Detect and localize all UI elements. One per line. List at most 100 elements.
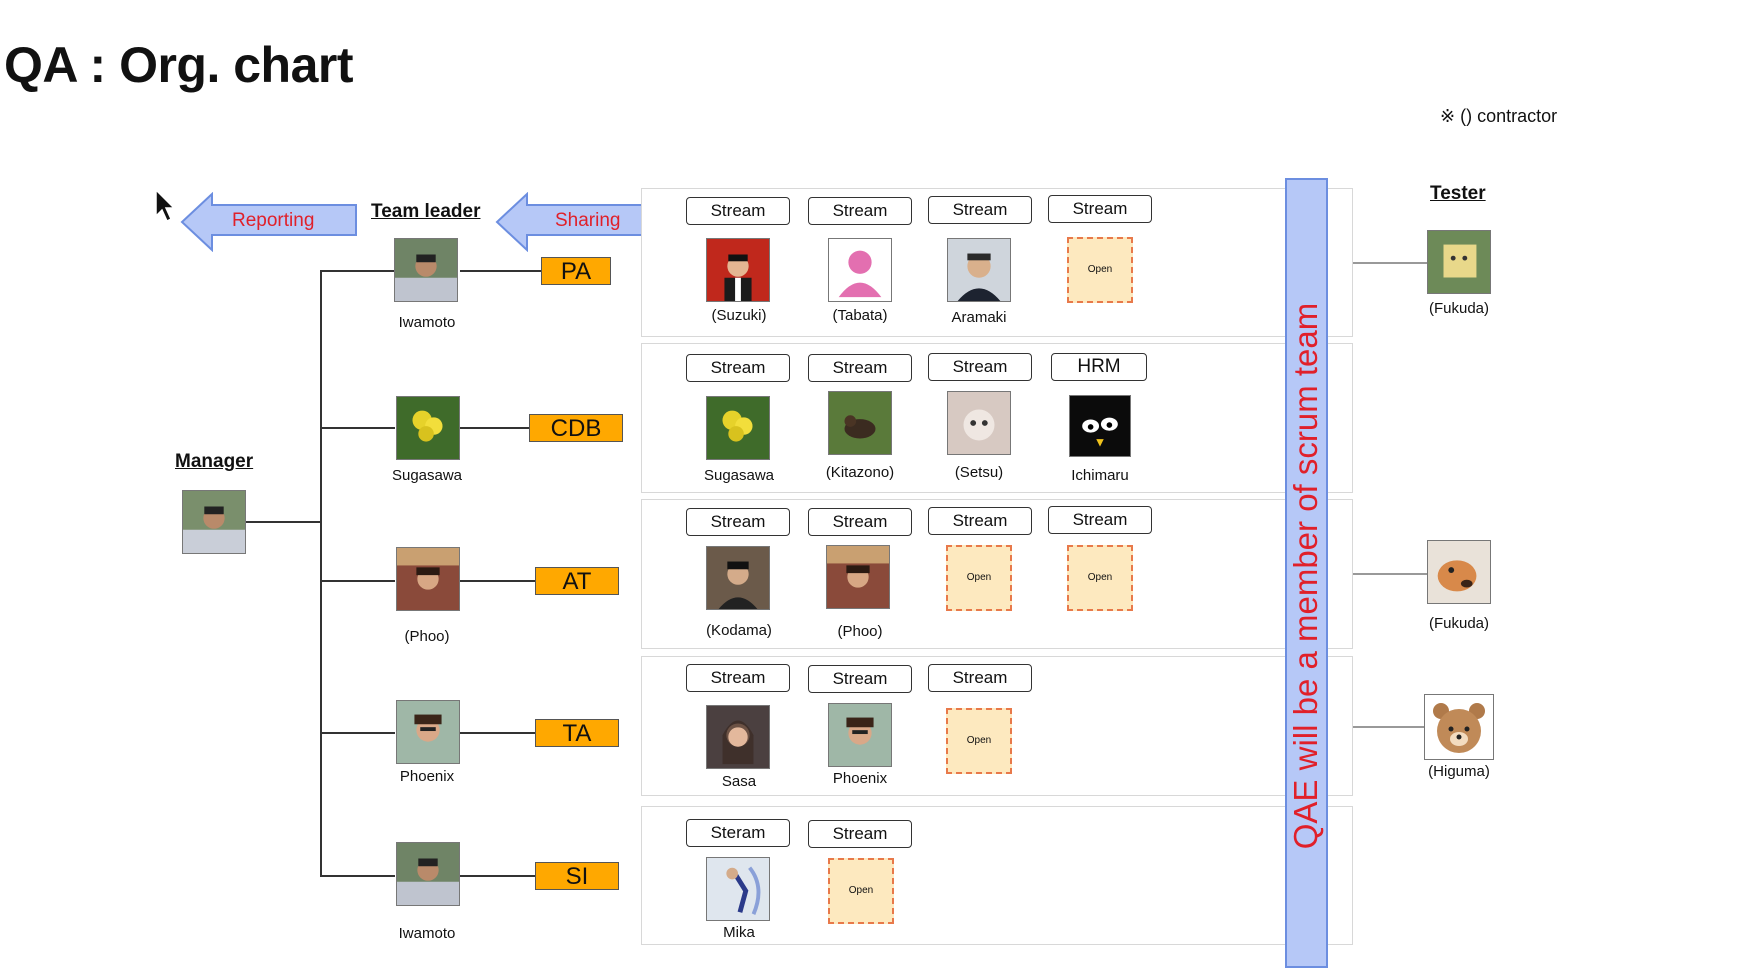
team-box-ta: TA [535, 719, 619, 747]
leader-name: Phoenix [399, 768, 455, 785]
mouse-cursor-icon [155, 188, 176, 223]
member-name: Mika [723, 924, 755, 941]
member-name: (Kodama) [706, 622, 772, 639]
branch-line [320, 270, 395, 272]
role-box: Stream [928, 507, 1032, 535]
leader-photo [396, 842, 460, 906]
person-photo-icon [707, 706, 769, 768]
contractor-note: ※ () contractor [1440, 106, 1558, 126]
person-photo-icon [707, 858, 769, 920]
team-box-cdb: CDB [529, 414, 623, 442]
penguin-character-icon [1070, 396, 1130, 456]
role-box: Stream [808, 665, 912, 693]
member-photo [706, 705, 770, 769]
person-photo-icon [827, 546, 889, 608]
member-photo [828, 703, 892, 767]
leader-team-line [460, 270, 542, 272]
role-box: Stream [686, 508, 790, 536]
member-photo [706, 238, 770, 302]
member-name: Ichimaru [1071, 467, 1129, 484]
manager-connector [246, 521, 321, 523]
member-photo [826, 545, 890, 609]
member-name: Phoenix [832, 770, 888, 787]
tester-name: (Fukuda) [1428, 300, 1490, 317]
reporting-label: Reporting [232, 210, 315, 231]
role-box: Stream [928, 664, 1032, 692]
leader-team-line [460, 580, 536, 582]
role-box: Stream [1048, 506, 1152, 534]
member-photo [828, 238, 892, 302]
role-box: Stream [808, 354, 912, 382]
tester-name: (Fukuda) [1428, 615, 1490, 632]
leader-photo [396, 547, 460, 611]
leader-photo [394, 238, 458, 302]
tester-photo [1427, 540, 1491, 604]
leader-photo [396, 700, 460, 764]
manager-photo [182, 490, 246, 554]
branch-line [320, 580, 395, 582]
member-photo [706, 546, 770, 610]
member-photo [828, 391, 892, 455]
bear-character-icon [1427, 695, 1491, 759]
cat-photo-icon [948, 392, 1010, 454]
leader-name: Iwamoto [398, 925, 456, 942]
person-photo-icon [395, 239, 457, 301]
dog-photo-icon [1428, 541, 1490, 603]
member-name: (Phoo) [837, 623, 883, 640]
person-photo-icon [948, 239, 1010, 301]
member-photo [706, 396, 770, 460]
person-photo-icon [829, 704, 891, 766]
team-leader-header: Team leader [371, 201, 481, 222]
leader-name: Iwamoto [398, 314, 456, 331]
member-name: Aramaki [951, 309, 1007, 326]
role-box: Stream [686, 354, 790, 382]
leader-team-line [460, 427, 530, 429]
default-avatar-icon [829, 239, 891, 301]
branch-line [320, 427, 395, 429]
manager-header: Manager [175, 451, 254, 472]
role-box: Stream [808, 197, 912, 225]
leader-photo [396, 396, 460, 460]
leader-team-line [460, 875, 536, 877]
branch-line [320, 732, 395, 734]
leader-name: (Phoo) [404, 628, 450, 645]
tester-photo [1427, 230, 1491, 294]
member-photo [1069, 395, 1131, 457]
tester-connector [1353, 573, 1428, 575]
role-box: HRM [1051, 353, 1147, 381]
member-photo [947, 391, 1011, 455]
leader-name: Sugasawa [391, 467, 463, 484]
leader-team-line [460, 732, 536, 734]
bird-photo-icon [829, 392, 891, 454]
open-position-box: Open [946, 708, 1012, 774]
open-position-box: Open [946, 545, 1012, 611]
tester-connector [1353, 726, 1425, 728]
member-name: Sasa [721, 773, 757, 790]
page-title: QA : Org. chart [4, 37, 354, 93]
person-photo-icon [707, 239, 769, 301]
member-name: (Suzuki) [711, 307, 767, 324]
flower-photo-icon [397, 397, 459, 459]
open-position-box: Open [828, 858, 894, 924]
role-box: Steram [686, 819, 790, 847]
member-photo [947, 238, 1011, 302]
role-box: Stream [808, 820, 912, 848]
tree-trunk-line [320, 270, 322, 877]
flower-photo-icon [707, 397, 769, 459]
team-box-at: AT [535, 567, 619, 595]
open-position-box: Open [1067, 545, 1133, 611]
team-box-pa: PA [541, 257, 611, 285]
role-box: Stream [686, 664, 790, 692]
sharing-label: Sharing [555, 210, 621, 231]
role-box: Stream [928, 196, 1032, 224]
branch-line [320, 875, 395, 877]
person-photo-icon [397, 701, 459, 763]
person-photo-icon [397, 548, 459, 610]
tester-connector [1353, 262, 1428, 264]
team-box-si: SI [535, 862, 619, 890]
member-name: Sugasawa [703, 467, 775, 484]
role-box: Stream [808, 508, 912, 536]
role-box: Stream [1048, 195, 1152, 223]
member-photo [706, 857, 770, 921]
tester-name: (Higuma) [1428, 763, 1490, 780]
